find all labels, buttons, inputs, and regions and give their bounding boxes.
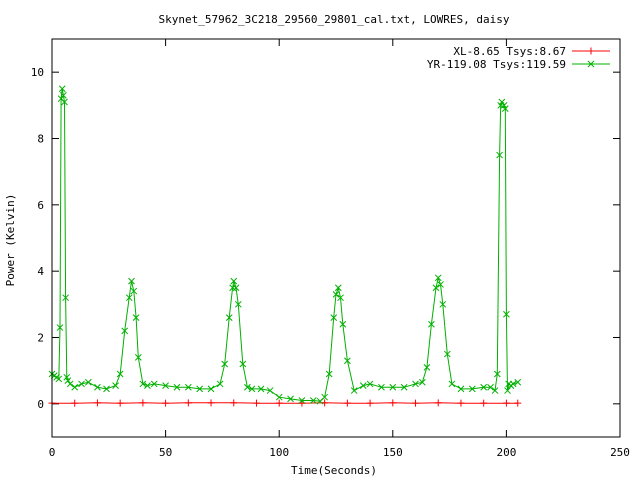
legend-marker: [587, 47, 595, 55]
series-2: [48, 85, 522, 405]
data-point: [509, 380, 517, 388]
data-point: [366, 399, 374, 407]
plot-series: [48, 85, 522, 407]
x-tick-label: 50: [159, 446, 172, 459]
y-tick-label: 6: [37, 199, 44, 212]
data-point: [112, 382, 119, 389]
data-point: [184, 399, 192, 407]
data-point: [116, 399, 124, 407]
y-tick-label: 4: [37, 265, 44, 278]
data-point: [412, 380, 419, 388]
chart: Skynet_57962_3C218_29560_29801_cal.txt, …: [4, 13, 630, 477]
data-point: [343, 399, 351, 407]
data-point: [502, 399, 510, 407]
data-point: [389, 399, 397, 407]
x-axis-label: Time(Seconds): [291, 464, 377, 477]
data-point: [252, 399, 260, 407]
data-point: [71, 399, 79, 407]
data-point: [480, 399, 488, 407]
axis-ticks: 0 50 100 150 200 250 0 2 4 6 8 10: [31, 39, 630, 459]
data-point: [457, 399, 465, 407]
y-tick-label: 8: [37, 133, 44, 146]
legend: XL-8.65 Tsys:8.67YR-119.08 Tsys:119.59: [427, 45, 610, 71]
y-tick-label: 0: [37, 398, 44, 411]
x-tick-label: 200: [496, 446, 516, 459]
chart-title: Skynet_57962_3C218_29560_29801_cal.txt, …: [159, 13, 510, 26]
data-point: [412, 399, 420, 407]
legend-label: YR-119.08 Tsys:119.59: [427, 58, 566, 71]
data-point: [434, 399, 442, 407]
data-point: [162, 399, 170, 407]
legend-label: XL-8.65 Tsys:8.67: [453, 45, 566, 58]
data-point: [139, 399, 147, 407]
data-point: [514, 378, 522, 386]
x-tick-label: 0: [49, 446, 56, 459]
plot-frame: [51, 38, 621, 438]
data-point: [66, 380, 74, 388]
x-tick-label: 150: [383, 446, 403, 459]
data-point: [71, 383, 79, 391]
data-point: [514, 399, 522, 407]
y-tick-label: 10: [31, 66, 44, 79]
data-point: [275, 399, 283, 407]
series-1: [48, 399, 522, 407]
y-axis-label: Power (Kelvin): [4, 194, 17, 287]
data-point: [93, 399, 101, 407]
x-tick-label: 250: [610, 446, 630, 459]
data-point: [207, 399, 215, 407]
y-tick-label: 2: [37, 332, 44, 345]
x-tick-label: 100: [269, 446, 289, 459]
data-point: [144, 382, 151, 389]
data-point: [230, 399, 238, 407]
data-point: [78, 380, 85, 388]
data-point: [84, 378, 92, 386]
